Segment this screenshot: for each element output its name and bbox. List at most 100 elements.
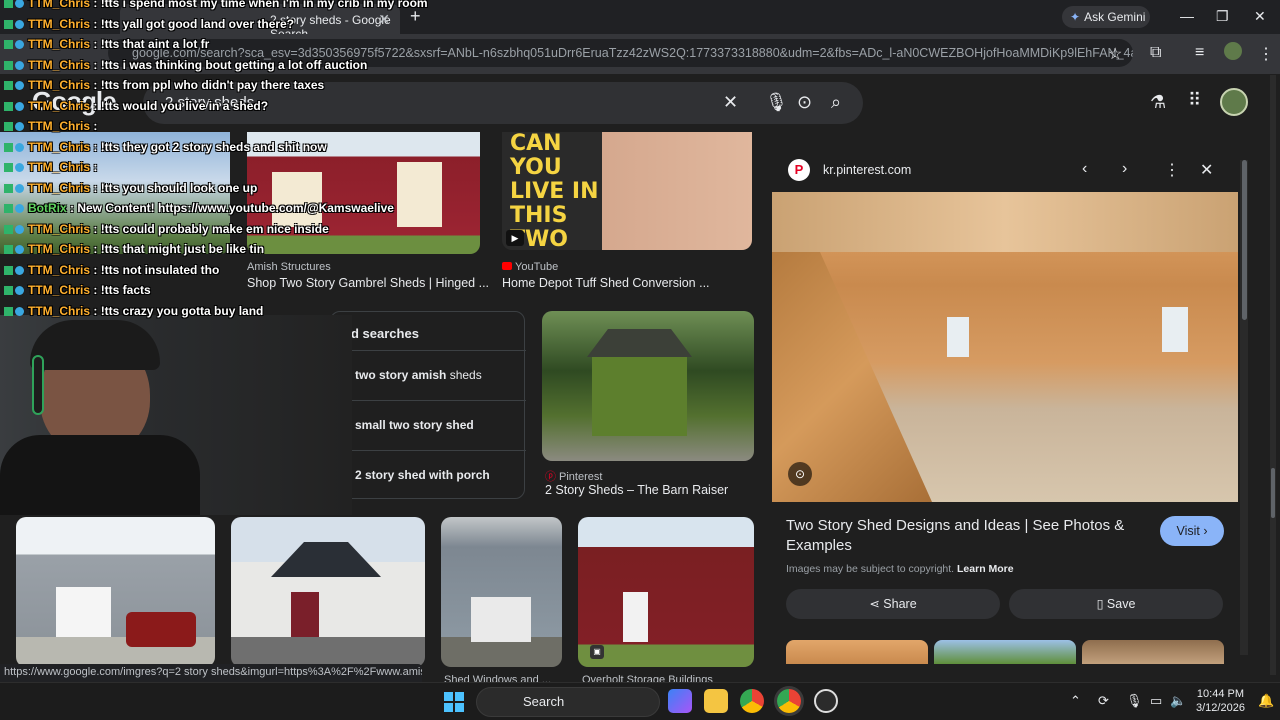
- related-item[interactable]: 2 story shed with porch: [355, 468, 490, 482]
- obs-icon[interactable]: [814, 689, 838, 713]
- store-app-icon[interactable]: [668, 689, 692, 713]
- chat-username: TTM_Chris: [28, 180, 91, 195]
- result-title[interactable]: Shop Two Story Gambrel Sheds | Hinged ..…: [247, 276, 489, 290]
- result-image-pinterest[interactable]: [542, 311, 754, 461]
- chat-message: BotRix : New Content! https://www.youtub…: [4, 201, 394, 219]
- result-image-youtube[interactable]: CAN YOU LIVE IN THIS TWO STORY SHED TO H…: [502, 132, 752, 250]
- related-item[interactable]: small two story shed: [355, 418, 474, 432]
- panel-title[interactable]: Two Story Shed Designs and Ideas | See P…: [786, 516, 1136, 556]
- chat-message: TTM_Chris : !tts i spend most my time wh…: [4, 0, 428, 14]
- panel-scroll-thumb[interactable]: [1242, 160, 1247, 320]
- chat-text: : !tts not insulated tho: [93, 262, 220, 277]
- avatar[interactable]: [1220, 88, 1248, 116]
- minimize-icon[interactable]: —: [1180, 8, 1194, 24]
- badge-icon: [15, 122, 24, 132]
- badge-icon: [15, 245, 24, 255]
- badge-icon: [15, 265, 24, 275]
- page-scrollbar[interactable]: [1270, 75, 1276, 675]
- chat-username: TTM_Chris: [28, 37, 91, 51]
- chat-username: TTM_Chris: [28, 283, 91, 297]
- visit-button[interactable]: Visit ›: [1160, 516, 1224, 546]
- badge-icon: [15, 306, 24, 316]
- result-title[interactable]: 2 Story Sheds – The Barn Raiser: [545, 483, 728, 497]
- save-button[interactable]: ▯ Save: [1009, 589, 1223, 619]
- page-scroll-thumb[interactable]: [1271, 468, 1275, 518]
- clock[interactable]: 10:44 PM 3/12/2026: [1196, 687, 1245, 715]
- more-icon[interactable]: ⋮: [1164, 160, 1180, 180]
- window-shape: [947, 317, 969, 357]
- badge-icon: [4, 142, 13, 152]
- related-thumb[interactable]: [934, 640, 1076, 664]
- close-window-icon[interactable]: ✕: [1254, 8, 1266, 25]
- chat-username: TTM_Chris: [28, 78, 91, 92]
- badge-icon: [15, 19, 24, 29]
- badge-icon: [4, 101, 13, 111]
- lens-icon[interactable]: ⊙: [797, 92, 812, 113]
- chevron-up-icon[interactable]: ⌃: [1070, 693, 1081, 709]
- badge-icon: [15, 101, 24, 111]
- lens-search-icon[interactable]: ⊙: [788, 462, 812, 486]
- result-image-white-shed[interactable]: [231, 517, 425, 667]
- maximize-icon[interactable]: ❐: [1216, 8, 1229, 25]
- badge-icon: [4, 60, 13, 70]
- chat-text: : New Content! https://www.youtube.com/@…: [70, 201, 394, 215]
- shed-door-shape: [397, 162, 442, 227]
- mic-icon[interactable]: 🎙: [765, 92, 788, 113]
- related-thumb[interactable]: [1082, 640, 1224, 664]
- apps-grid-icon[interactable]: ⠿: [1188, 90, 1201, 111]
- result-image-red-shed[interactable]: ▣: [578, 517, 754, 667]
- preview-image[interactable]: [772, 192, 1238, 502]
- chat-message: TTM_Chris : !tts they got 2 story sheds …: [4, 140, 327, 158]
- share-button[interactable]: ⋖ Share: [786, 589, 1000, 619]
- chevron-right-icon[interactable]: ›: [1122, 160, 1127, 178]
- chat-text: : !tts that aint a lot fr: [93, 37, 210, 51]
- bookmark-star-icon[interactable]: ☆: [1108, 44, 1122, 64]
- network-icon[interactable]: ▭: [1150, 693, 1162, 709]
- extensions-icon[interactable]: ⧉: [1150, 44, 1161, 62]
- related-item[interactable]: two story amish sheds: [355, 368, 482, 382]
- window-shape: [1162, 307, 1188, 352]
- chrome-icon[interactable]: [740, 689, 764, 713]
- notification-icon[interactable]: 🔔: [1258, 693, 1274, 709]
- chat-message: TTM_Chris : !tts not insulated tho: [4, 263, 219, 281]
- door-shape: [291, 592, 319, 637]
- result-title[interactable]: Home Depot Tuff Shed Conversion ...: [502, 276, 710, 290]
- profile-icon[interactable]: [1224, 42, 1242, 60]
- mic-icon[interactable]: 🎙: [1126, 693, 1143, 709]
- chevron-left-icon[interactable]: ‹: [1082, 160, 1087, 178]
- chat-message: TTM_Chris : !tts yall got good land over…: [4, 17, 294, 35]
- media-icon[interactable]: ≡: [1195, 44, 1204, 62]
- file-explorer-icon[interactable]: [704, 689, 728, 713]
- taskbar-search[interactable]: Search: [476, 687, 660, 717]
- chrome-active-icon[interactable]: [777, 689, 801, 713]
- chat-username: TTM_Chris: [28, 16, 91, 31]
- clear-icon[interactable]: ✕: [723, 92, 738, 113]
- chat-text: : !tts you should look one up: [93, 180, 258, 195]
- ask-gemini-button[interactable]: ✦ Ask Gemini: [1062, 6, 1150, 28]
- result-source: Pinterest: [559, 471, 603, 483]
- chat-message: TTM_Chris : !tts facts: [4, 283, 151, 301]
- chat-username: TTM_Chris: [28, 119, 91, 133]
- related-thumb[interactable]: [786, 640, 928, 664]
- learn-more-link[interactable]: Learn More: [957, 563, 1014, 575]
- badge-icon: [15, 163, 24, 173]
- chat-message: TTM_Chris : !tts you should look one up: [4, 181, 257, 199]
- truck-shape: [126, 612, 196, 647]
- chat-text: :: [93, 119, 98, 133]
- search-icon[interactable]: ⌕: [831, 92, 841, 113]
- door-shape: [471, 597, 531, 642]
- labs-icon[interactable]: ⚗: [1150, 92, 1166, 113]
- panel-domain[interactable]: kr.pinterest.com: [823, 163, 911, 177]
- volume-icon[interactable]: 🔈: [1170, 693, 1186, 709]
- hoodie-shape: [0, 435, 200, 515]
- chat-username: TTM_Chris: [28, 221, 91, 236]
- chat-text: : !tts would you live in a shed?: [93, 98, 269, 113]
- menu-icon[interactable]: ⋮: [1258, 44, 1274, 64]
- result-image-grey-shed[interactable]: [441, 517, 562, 667]
- divider: [331, 400, 526, 401]
- close-icon[interactable]: ✕: [1200, 160, 1213, 180]
- result-image-garage[interactable]: [16, 517, 215, 667]
- sync-icon[interactable]: ⟳: [1098, 693, 1109, 709]
- windows-start-icon[interactable]: [444, 692, 464, 712]
- badge-icon: [4, 204, 13, 214]
